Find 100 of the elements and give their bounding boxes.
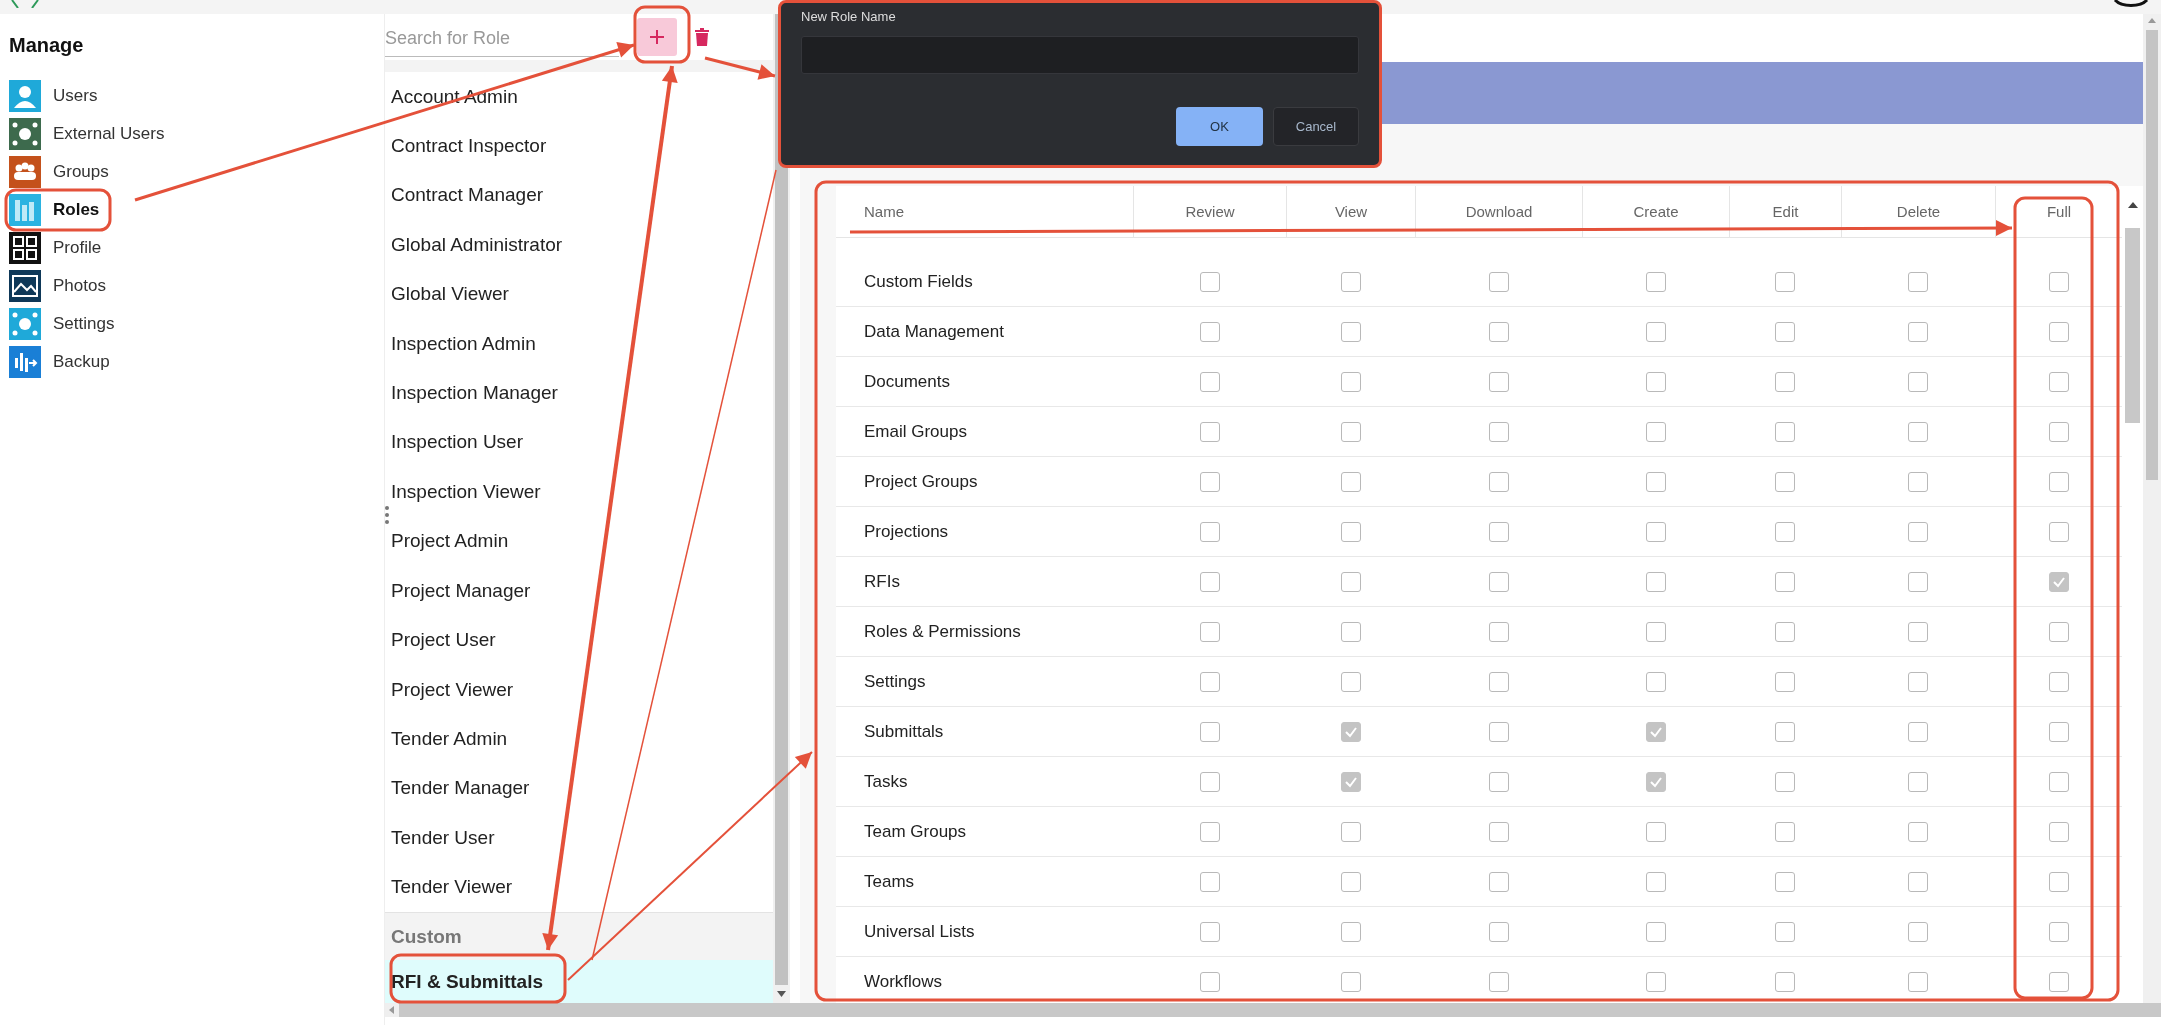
role-item[interactable]: Contract Inspector: [385, 121, 773, 171]
checkbox[interactable]: [1488, 771, 1509, 792]
checkbox[interactable]: [1488, 521, 1509, 542]
sidebar-item[interactable]: Backup: [9, 343, 110, 381]
checkbox[interactable]: [1488, 421, 1509, 442]
scroll-up-icon[interactable]: [2125, 200, 2140, 210]
add-button[interactable]: [637, 17, 677, 56]
sidebar-item[interactable]: Profile: [9, 229, 102, 267]
role-item[interactable]: Inspection Viewer: [385, 467, 773, 517]
checkbox[interactable]: [2048, 621, 2069, 642]
role-item[interactable]: Tender Admin: [385, 714, 773, 764]
role-item[interactable]: Inspection Admin: [385, 318, 773, 369]
checkbox[interactable]: [1340, 671, 1361, 692]
search-field[interactable]: Search for Role: [385, 20, 619, 58]
checkbox[interactable]: [2048, 771, 2069, 792]
sidebar-item[interactable]: Groups: [9, 153, 109, 191]
drag-handle-icon[interactable]: [384, 505, 390, 525]
scrollbar-thumb[interactable]: [2146, 30, 2158, 480]
role-item[interactable]: Tender Viewer: [385, 862, 773, 912]
role-item[interactable]: Inspection Manager: [385, 368, 773, 418]
role-item[interactable]: RFI & Submittals: [385, 960, 773, 1004]
checkbox[interactable]: [1908, 321, 1928, 342]
checkbox[interactable]: [1199, 621, 1220, 642]
checkbox[interactable]: [1775, 621, 1795, 642]
sidebar-item[interactable]: Settings: [9, 305, 115, 343]
checkbox[interactable]: [1488, 621, 1509, 642]
checkbox[interactable]: [1645, 321, 1666, 342]
checkbox[interactable]: [1908, 571, 1928, 592]
checkbox[interactable]: [1199, 421, 1220, 442]
checkbox[interactable]: [1340, 471, 1361, 492]
role-item[interactable]: Global Viewer: [385, 269, 773, 319]
checkbox[interactable]: [1488, 821, 1509, 842]
checkbox[interactable]: [1488, 921, 1509, 942]
role-item[interactable]: Tender User: [385, 813, 773, 863]
checkbox[interactable]: [1775, 871, 1795, 892]
checkbox[interactable]: [1199, 371, 1220, 392]
sidebar-item[interactable]: Users: [9, 77, 98, 115]
checkbox[interactable]: [1908, 271, 1928, 292]
checkbox[interactable]: [1645, 921, 1666, 942]
checkbox[interactable]: [2048, 921, 2069, 942]
checkbox[interactable]: [1340, 821, 1361, 842]
checkbox[interactable]: [1340, 921, 1361, 942]
avatar-icon[interactable]: [2111, 0, 2151, 8]
sidebar-item[interactable]: Roles: [9, 191, 100, 229]
checkbox[interactable]: [2048, 821, 2069, 842]
scrollbar[interactable]: [385, 1003, 2161, 1017]
checkbox[interactable]: [1908, 371, 1928, 392]
checkbox[interactable]: [1199, 271, 1220, 292]
checkbox[interactable]: [1488, 321, 1509, 342]
scroll-left-icon[interactable]: [385, 1003, 399, 1017]
checkbox[interactable]: [1488, 271, 1509, 292]
checkbox[interactable]: [1199, 321, 1220, 342]
checkbox[interactable]: [1488, 471, 1509, 492]
checkbox[interactable]: [2048, 471, 2069, 492]
checkbox[interactable]: [1645, 621, 1666, 642]
checkbox[interactable]: [1340, 321, 1361, 342]
checkbox[interactable]: [1908, 821, 1928, 842]
checkbox[interactable]: [2048, 571, 2069, 592]
checkbox[interactable]: [1199, 721, 1220, 742]
checkbox[interactable]: [1645, 771, 1666, 792]
checkbox[interactable]: [2048, 871, 2069, 892]
checkbox[interactable]: [1908, 421, 1928, 442]
checkbox[interactable]: [1645, 671, 1666, 692]
checkbox[interactable]: [1199, 921, 1220, 942]
checkbox[interactable]: [1775, 571, 1795, 592]
checkbox[interactable]: [1908, 721, 1928, 742]
checkbox[interactable]: [1908, 771, 1928, 792]
role-item[interactable]: Project Manager: [385, 566, 773, 616]
checkbox[interactable]: [1645, 271, 1666, 292]
checkbox[interactable]: [1199, 571, 1220, 592]
checkbox[interactable]: [1775, 271, 1795, 292]
checkbox[interactable]: [1340, 421, 1361, 442]
checkbox[interactable]: [1775, 321, 1795, 342]
checkbox[interactable]: [1908, 871, 1928, 892]
role-item[interactable]: Global Administrator: [385, 220, 773, 270]
checkbox[interactable]: [1199, 821, 1220, 842]
checkbox[interactable]: [1775, 671, 1795, 692]
role-item[interactable]: Tender Manager: [385, 763, 773, 814]
checkbox[interactable]: [1488, 371, 1509, 392]
checkbox[interactable]: [2048, 721, 2069, 742]
checkbox[interactable]: [1488, 721, 1509, 742]
checkbox[interactable]: [1199, 871, 1220, 892]
role-item[interactable]: Contract Manager: [385, 170, 773, 221]
checkbox[interactable]: [2048, 271, 2069, 292]
checkbox[interactable]: [1775, 421, 1795, 442]
checkbox[interactable]: [1488, 571, 1509, 592]
role-item[interactable]: Project Admin: [385, 516, 773, 566]
checkbox[interactable]: [1775, 821, 1795, 842]
checkbox[interactable]: [2048, 671, 2069, 692]
checkbox[interactable]: [1199, 971, 1220, 992]
checkbox[interactable]: [1645, 721, 1666, 742]
checkbox[interactable]: [1199, 771, 1220, 792]
checkbox[interactable]: [1908, 621, 1928, 642]
checkbox[interactable]: [1340, 271, 1361, 292]
checkbox[interactable]: [1908, 971, 1928, 992]
checkbox[interactable]: [1340, 521, 1361, 542]
checkbox[interactable]: [1908, 921, 1928, 942]
checkbox[interactable]: [2048, 371, 2069, 392]
checkbox[interactable]: [1488, 871, 1509, 892]
checkbox[interactable]: [1340, 971, 1361, 992]
